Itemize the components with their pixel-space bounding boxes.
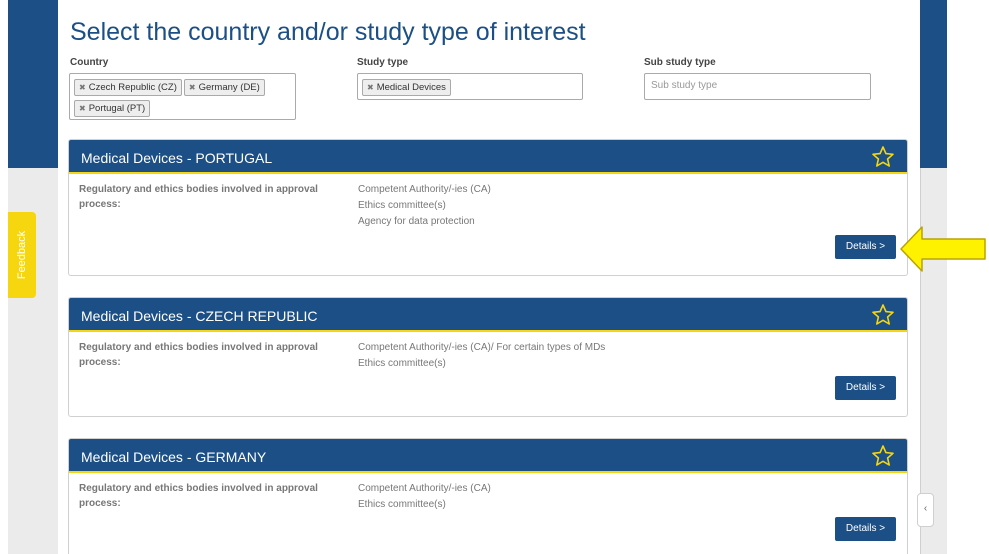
approval-body: Agency for data protection <box>358 216 475 227</box>
card-body: Regulatory and ethics bodies involved in… <box>69 473 907 554</box>
star-outline-icon[interactable] <box>871 303 895 327</box>
approval-body: Competent Authority/-ies (CA) <box>358 184 491 195</box>
study-type-tag[interactable]: ✖ Medical Devices <box>362 79 451 96</box>
star-outline-icon[interactable] <box>871 444 895 468</box>
approval-body: Competent Authority/-ies (CA) <box>358 483 491 494</box>
country-tag[interactable]: ✖ Portugal (PT) <box>74 100 151 117</box>
approval-body: Ethics committee(s) <box>358 358 446 369</box>
approval-bodies-list: Competent Authority/-ies (CA)/ For certa… <box>358 340 605 372</box>
approval-bodies-label: Regulatory and ethics bodies involved in… <box>79 483 318 509</box>
card-header: Medical Devices - CZECH REPUBLIC <box>69 298 907 332</box>
approval-body: Ethics committee(s) <box>358 200 446 211</box>
feedback-label: Feedback <box>16 230 28 280</box>
sub-study-type-select[interactable] <box>644 73 871 100</box>
approval-bodies-label: Regulatory and ethics bodies involved in… <box>79 342 318 368</box>
approval-body: Ethics committee(s) <box>358 499 446 510</box>
scroll-to-top-button[interactable]: ‹ <box>917 493 934 527</box>
country-tag[interactable]: ✖ Germany (DE) <box>183 79 265 96</box>
result-card-germany: Medical Devices - GERMANY Regulatory and… <box>68 438 908 554</box>
card-header: Medical Devices - PORTUGAL <box>69 140 907 174</box>
country-tag[interactable]: ✖ Czech Republic (CZ) <box>74 79 182 96</box>
card-header: Medical Devices - GERMANY <box>69 439 907 473</box>
details-button[interactable]: Details > <box>835 376 896 400</box>
result-card-portugal: Medical Devices - PORTUGAL Regulatory an… <box>68 139 908 276</box>
star-outline-icon[interactable] <box>871 145 895 169</box>
blue-band-left <box>8 0 58 168</box>
country-label: Country <box>70 57 109 68</box>
card-body: Regulatory and ethics bodies involved in… <box>69 332 907 416</box>
sub-study-type-input[interactable] <box>649 76 866 95</box>
feedback-tab[interactable]: Feedback <box>8 212 36 298</box>
details-button[interactable]: Details > <box>835 517 896 541</box>
page-title: Select the country and/or study type of … <box>70 18 586 46</box>
country-select[interactable]: ✖ Czech Republic (CZ) ✖ Germany (DE) ✖ Portug… <box>69 73 296 120</box>
remove-tag-icon[interactable]: ✖ <box>79 104 86 113</box>
blue-band-right <box>920 0 947 168</box>
approval-body: Competent Authority/-ies (CA)/ For certa… <box>358 342 606 353</box>
approval-bodies-list: Competent Authority/-ies (CA) Ethics com… <box>358 481 491 513</box>
study-type-select[interactable]: ✖ Medical Devices <box>357 73 583 100</box>
sub-study-type-label: Sub study type <box>644 57 716 68</box>
card-title: Medical Devices - CZECH REPUBLIC <box>81 308 318 324</box>
remove-tag-icon[interactable]: ✖ <box>79 83 86 92</box>
remove-tag-icon[interactable]: ✖ <box>367 83 374 92</box>
approval-bodies-label: Regulatory and ethics bodies involved in… <box>79 184 318 210</box>
approval-bodies-list: Competent Authority/-ies (CA) Ethics com… <box>358 182 491 230</box>
study-type-label: Study type <box>357 57 409 68</box>
arrow-left-icon <box>900 226 986 272</box>
remove-tag-icon[interactable]: ✖ <box>189 83 196 92</box>
card-title: Medical Devices - PORTUGAL <box>81 150 273 166</box>
card-body: Regulatory and ethics bodies involved in… <box>69 174 907 275</box>
details-button[interactable]: Details > <box>835 235 896 259</box>
card-title: Medical Devices - GERMANY <box>81 449 267 465</box>
result-card-czech-republic: Medical Devices - CZECH REPUBLIC Regulat… <box>68 297 908 417</box>
